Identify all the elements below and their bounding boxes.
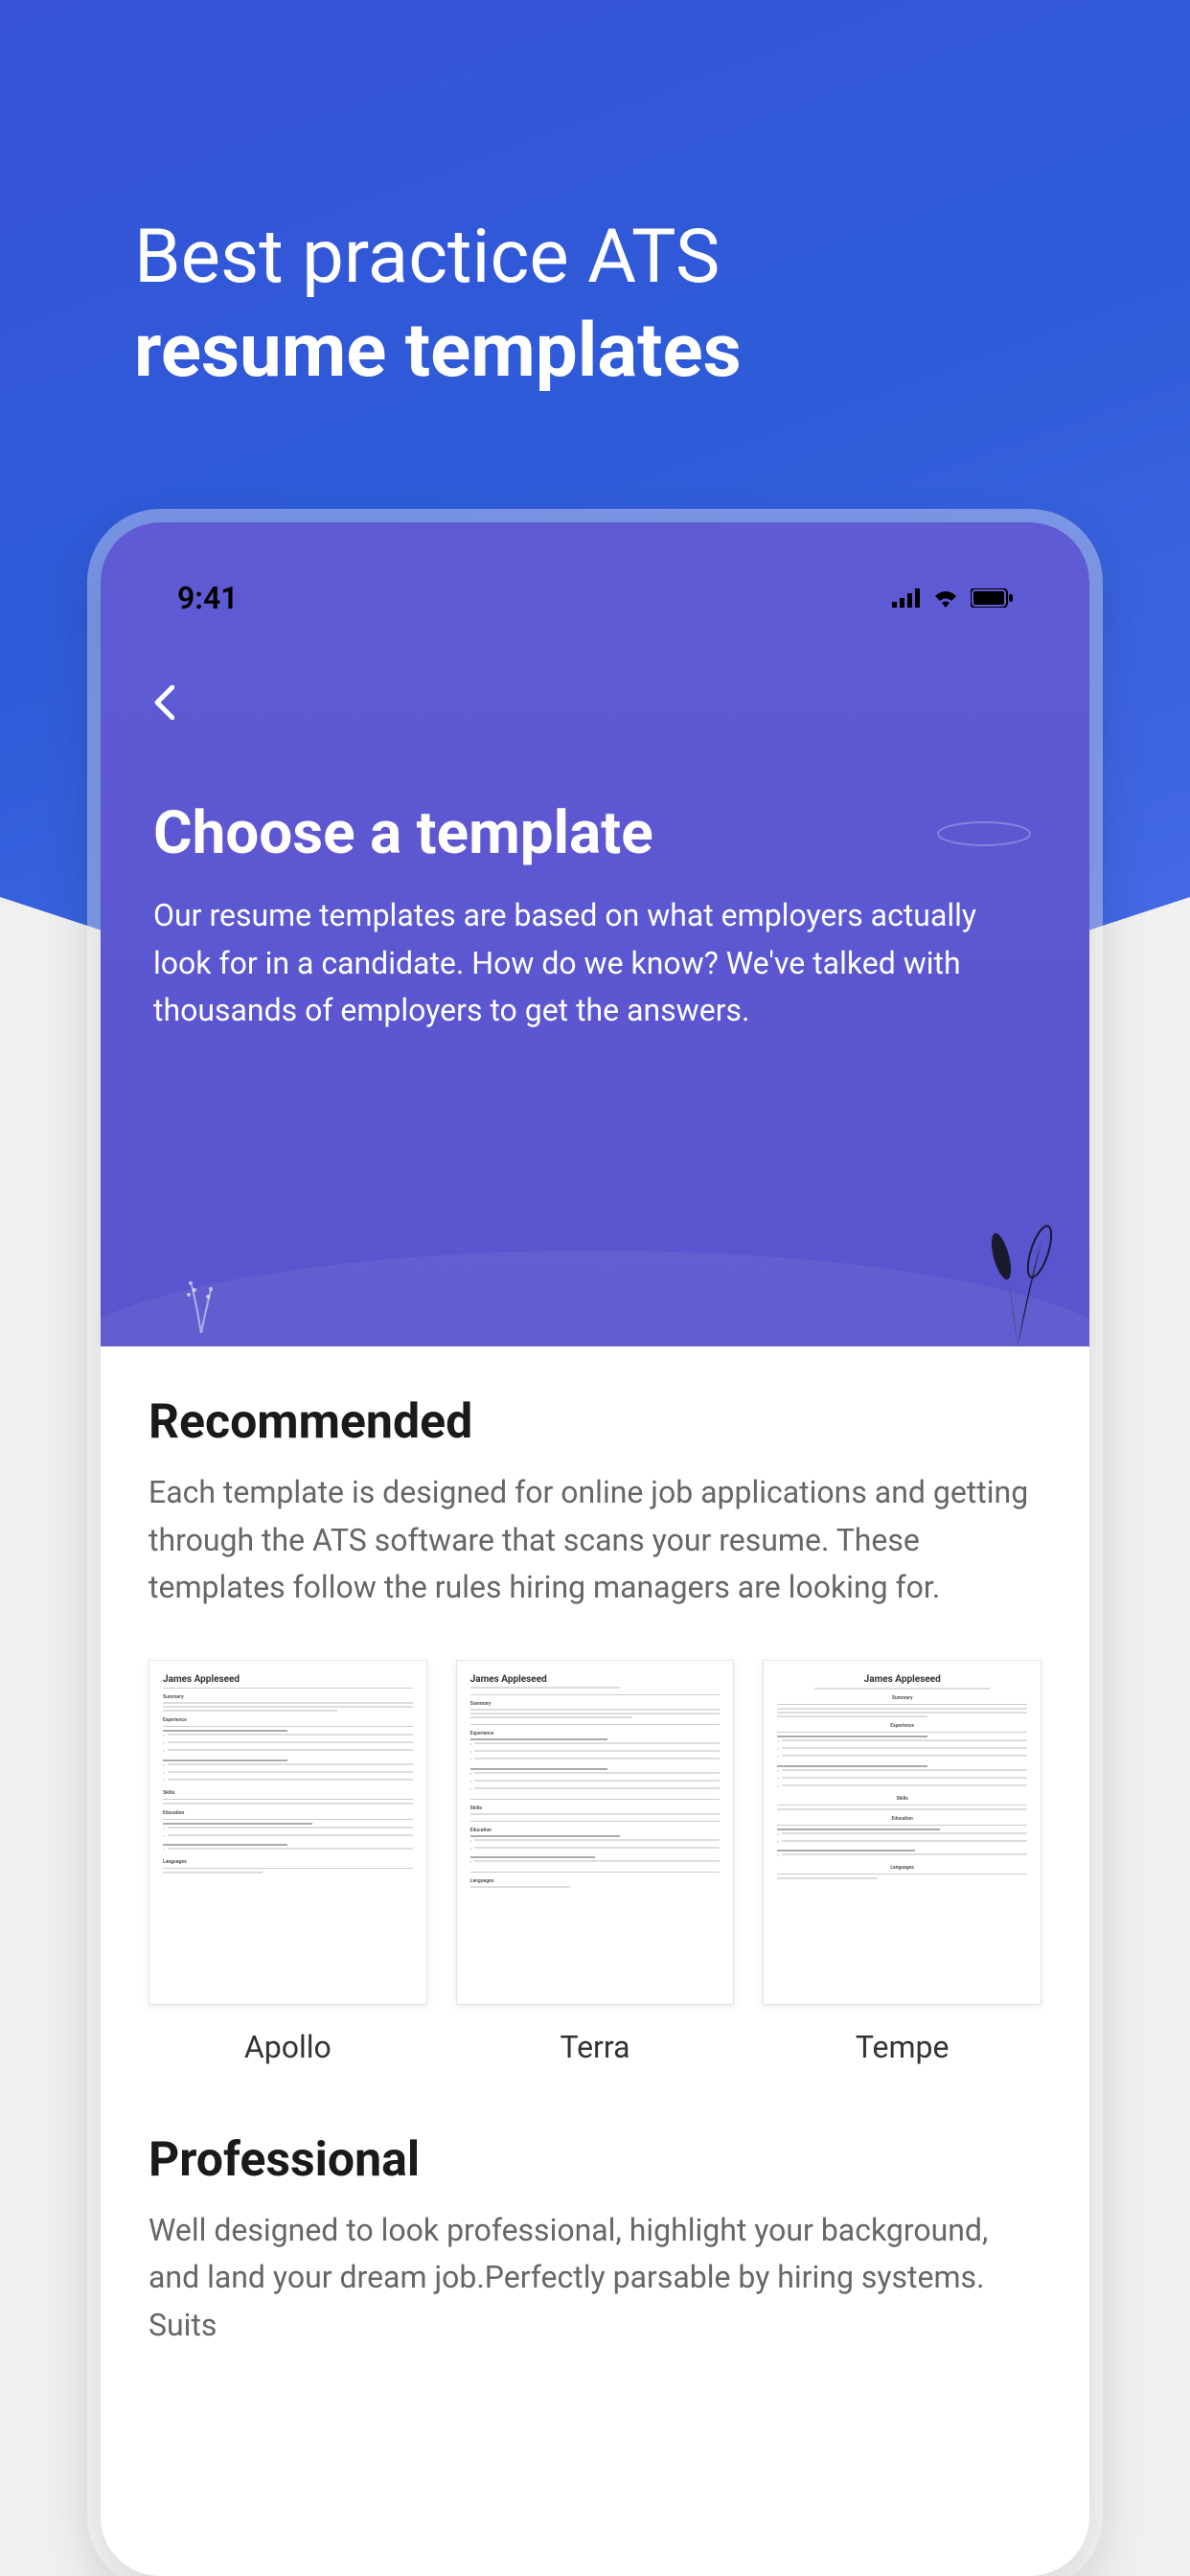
content-area: Recommended Each template is designed fo… bbox=[101, 1346, 1089, 2350]
cellular-icon bbox=[892, 588, 921, 608]
templates-row: James Appleseed Summary Experience Skill… bbox=[149, 1660, 1041, 2065]
template-preview: James Appleseed Summary Experience Skill… bbox=[149, 1660, 427, 2005]
status-icons bbox=[892, 588, 1013, 608]
page-title: Choose a template bbox=[153, 798, 1041, 868]
template-card-terra[interactable]: James Appleseed Summary Experience bbox=[456, 1660, 735, 2065]
template-preview: James Appleseed Summary Experience Ski bbox=[763, 1660, 1041, 2005]
template-card-apollo[interactable]: James Appleseed Summary Experience Skill… bbox=[149, 1660, 427, 2065]
marketing-headline: Best practice ATS resume templates bbox=[134, 211, 1056, 398]
plant-right-decoration bbox=[974, 1223, 1061, 1346]
template-name-label: Apollo bbox=[149, 2029, 427, 2065]
page-header: 9:41 Choose a template Our resume templa… bbox=[101, 522, 1089, 1346]
recommended-section-title: Recommended bbox=[149, 1394, 1041, 1450]
back-button[interactable] bbox=[153, 683, 192, 722]
wifi-icon bbox=[932, 588, 959, 608]
plant-left-decoration bbox=[177, 1266, 225, 1337]
template-card-tempe[interactable]: James Appleseed Summary Experience Ski bbox=[763, 1660, 1041, 2065]
phone-mockup: 9:41 Choose a template Our resume templa… bbox=[101, 522, 1089, 2576]
recommended-section-description: Each template is designed for online job… bbox=[149, 1469, 1041, 1612]
hill-decoration bbox=[101, 1251, 1089, 1346]
battery-icon bbox=[971, 588, 1013, 608]
status-bar: 9:41 bbox=[149, 561, 1041, 655]
professional-section-description: Well designed to look professional, high… bbox=[149, 2207, 1041, 2350]
cloud-decoration bbox=[936, 819, 1032, 852]
chevron-left-icon bbox=[153, 685, 174, 720]
template-preview: James Appleseed Summary Experience bbox=[456, 1660, 735, 2005]
template-name-label: Terra bbox=[456, 2029, 735, 2065]
status-time: 9:41 bbox=[177, 580, 239, 616]
professional-section-title: Professional bbox=[149, 2132, 1041, 2188]
page-subtitle: Our resume templates are based on what e… bbox=[153, 892, 1022, 1035]
template-name-label: Tempe bbox=[763, 2029, 1041, 2065]
